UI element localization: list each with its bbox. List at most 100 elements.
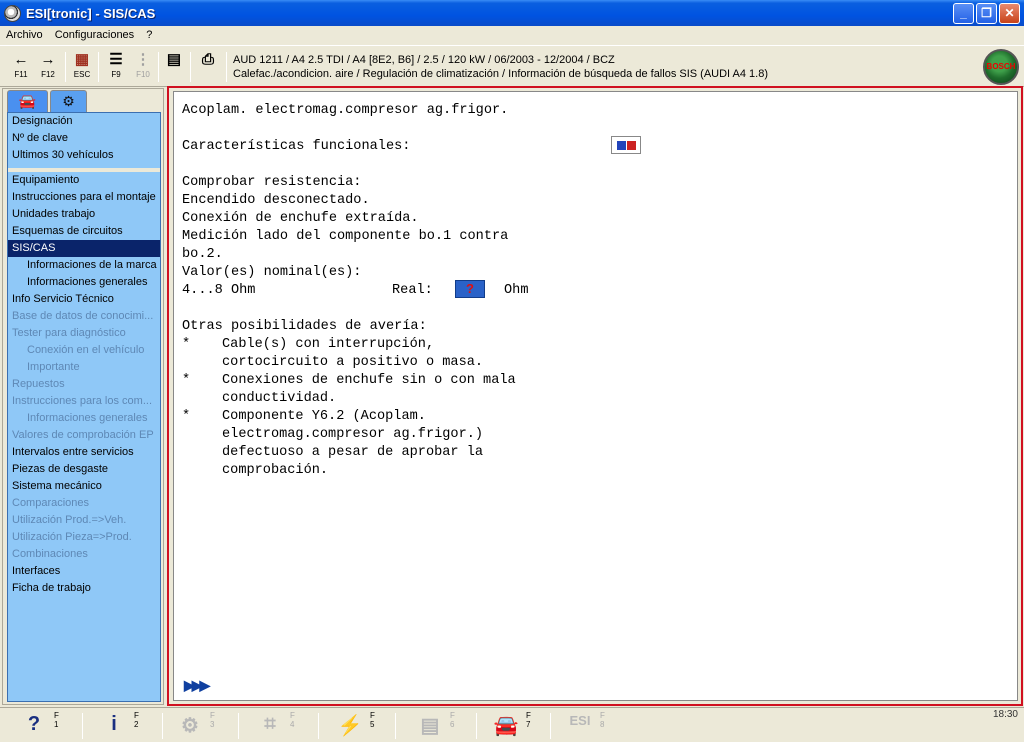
circuit-icon: ⌗	[264, 713, 276, 735]
sidebar-item[interactable]: Importante	[8, 359, 160, 376]
maximize-button[interactable]: ❐	[976, 2, 997, 24]
sidebar-item[interactable]: Utilización Pieza=>Prod.	[8, 529, 160, 546]
forward-button[interactable]: → F12	[36, 50, 60, 84]
function-separator	[238, 713, 239, 739]
sidebar-item[interactable]: Utilización Prod.=>Veh.	[8, 512, 160, 529]
measure-question-button[interactable]: ?	[455, 280, 485, 298]
toolbar-separator	[65, 52, 66, 82]
function-separator	[395, 713, 396, 739]
title-bar[interactable]: ESI[tronic] - SIS/CAS _ ❐ ✕	[0, 0, 1024, 26]
function-separator	[318, 713, 319, 739]
components-icon: ⚙	[181, 715, 199, 737]
sidebar-item[interactable]: Instrucciones para los com...	[8, 393, 160, 410]
toolbar-separator	[190, 52, 191, 82]
sidebar-item[interactable]: Informaciones de la marca	[8, 257, 160, 274]
sidebar-item[interactable]: Designación	[8, 113, 160, 130]
sidebar-item[interactable]: Nº de clave	[8, 130, 160, 147]
functional-characteristics: Características funcionales:	[182, 139, 411, 154]
tab-engine[interactable]: ⚙	[50, 90, 87, 112]
menu-configuraciones[interactable]: Configuraciones	[49, 29, 141, 41]
fault-item-1-line-1: Cable(s) con interrupción,	[222, 337, 435, 352]
toolbar-separator	[158, 52, 159, 82]
f3-components-button[interactable]: ⚙ F3	[170, 710, 230, 740]
sidebar-item[interactable]: Combinaciones	[8, 546, 160, 563]
sidebar-item[interactable]: Piezas de desgaste	[8, 461, 160, 478]
f6-sheet-button[interactable]: ▤ F6	[410, 710, 470, 740]
real-unit: Ohm	[504, 283, 529, 298]
sidebar-item[interactable]: Ficha de trabajo	[8, 580, 160, 597]
sidebar-item[interactable]: Esquemas de circuitos	[8, 223, 160, 240]
tab-vehicle[interactable]: 🚘	[7, 90, 48, 112]
sidebar-item[interactable]: Unidades trabajo	[8, 206, 160, 223]
esi-app-icon[interactable]	[4, 4, 21, 22]
connector-icon[interactable]	[611, 136, 641, 154]
f1-help-button[interactable]: ? F1	[14, 710, 74, 740]
sidebar-item[interactable]: Valores de comprobación EP	[8, 427, 160, 444]
sidebar-item[interactable]: Informaciones generales	[8, 410, 160, 427]
sidebar-item[interactable]: Tester para diagnóstico	[8, 325, 160, 342]
bosch-logo[interactable]: BOSCH	[983, 49, 1019, 85]
document-frame: Acoplam. electromag.compresor ag.frigor.…	[167, 86, 1023, 706]
menu-help[interactable]: ?	[140, 29, 158, 41]
sidebar-item[interactable]: Equipamiento	[8, 172, 160, 189]
back-button[interactable]: ← F11	[9, 50, 33, 84]
vehicle-selection-group: Designación Nº de clave Ultimos 30 vehícul…	[8, 113, 160, 164]
menu-archivo[interactable]: Archivo	[0, 29, 49, 41]
navigation-tree: Designación Nº de clave Ultimos 30 vehícul…	[7, 112, 161, 702]
sidebar-item[interactable]: Intervalos entre servicios	[8, 444, 160, 461]
list-button[interactable]: ☰ F9	[104, 50, 128, 84]
sidebar-item[interactable]: SIS/CAS	[8, 240, 160, 257]
bullet-marker: *	[182, 409, 191, 424]
f6-label: F6	[450, 711, 455, 729]
tree-button[interactable]: ⋮ F10	[131, 50, 155, 84]
f5-label: F5	[370, 711, 375, 729]
fault-item-1-line-2: cortocircuito a positivo o masa.	[222, 355, 484, 370]
f8-label: F8	[600, 711, 605, 729]
f4-label: F4	[290, 711, 295, 729]
vehicle-line-2: Calefac./acondicion. aire / Regulación d…	[233, 68, 769, 80]
nominal-values-label: Valor(es) nominal(es):	[182, 265, 362, 280]
measurement-text-2: bo.2.	[182, 247, 223, 262]
fault-item-2-line-2: conductividad.	[222, 391, 337, 406]
measurement-text-1: Medición lado del componente bo.1 contra	[182, 229, 509, 244]
sidebar-item[interactable]: Conexión en el vehículo	[8, 342, 160, 359]
f7-label: F7	[526, 711, 531, 729]
document-button[interactable]: ▤	[162, 50, 186, 84]
minimize-button[interactable]: _	[953, 2, 974, 24]
sidebar-item[interactable]: Sistema mecánico	[8, 478, 160, 495]
other-faults-heading: Otras posibilidades de avería:	[182, 319, 427, 334]
application-window: ESI[tronic] - SIS/CAS _ ❐ ✕ Archivo Conf…	[0, 0, 1024, 742]
fault-item-3-line-2: electromag.compresor ag.frigor.)	[222, 427, 484, 442]
close-button[interactable]: ✕	[999, 2, 1020, 24]
f3-label: F3	[210, 711, 215, 729]
f7-vehicle-button[interactable]: 🚘 F7	[486, 710, 546, 740]
info-icon: i	[111, 713, 117, 735]
sidebar-item[interactable]: Ultimos 30 vehículos	[8, 147, 160, 164]
forward-key-label: F12	[41, 70, 55, 79]
window-title: ESI[tronic] - SIS/CAS	[26, 5, 156, 21]
sidebar-item[interactable]: Instrucciones para el montaje	[8, 189, 160, 206]
exit-button[interactable]: ▦ ESC	[70, 50, 94, 84]
sidebar-item[interactable]: Info Servicio Técnico	[8, 291, 160, 308]
tree-icon: ⋮	[135, 51, 151, 68]
menu-bar: Archivo Configuraciones ?	[0, 26, 1024, 44]
f2-info-button[interactable]: i F2	[94, 710, 154, 740]
f8-esi-button[interactable]: ESI F8	[560, 710, 620, 740]
print-button[interactable]: ⎙	[196, 50, 220, 84]
toolbar-separator	[226, 52, 227, 82]
f5-diagnosis-button[interactable]: ⚡ F5	[330, 710, 390, 740]
arrow-left-icon: ←	[13, 51, 29, 68]
sidebar-item[interactable]: Base de datos de conocimi...	[8, 308, 160, 325]
sidebar-item[interactable]: Informaciones generales	[8, 274, 160, 291]
sheet-icon: ▤	[420, 715, 440, 737]
document-content[interactable]: Acoplam. electromag.compresor ag.frigor.…	[173, 91, 1018, 701]
exit-key-label: ESC	[73, 70, 91, 79]
next-page-arrows-icon[interactable]: ▶▶▶	[184, 677, 210, 694]
sidebar-item[interactable]: Interfaces	[8, 563, 160, 580]
f4-circuit-button[interactable]: ⌗ F4	[250, 710, 310, 740]
information-group: Equipamiento Instrucciones para el montaj…	[8, 168, 160, 597]
sidebar-item[interactable]: Comparaciones	[8, 495, 160, 512]
ignition-off-text: Encendido desconectado.	[182, 193, 370, 208]
fault-item-3-line-3: defectuoso a pesar de aprobar la	[222, 445, 484, 460]
sidebar-item[interactable]: Repuestos	[8, 376, 160, 393]
